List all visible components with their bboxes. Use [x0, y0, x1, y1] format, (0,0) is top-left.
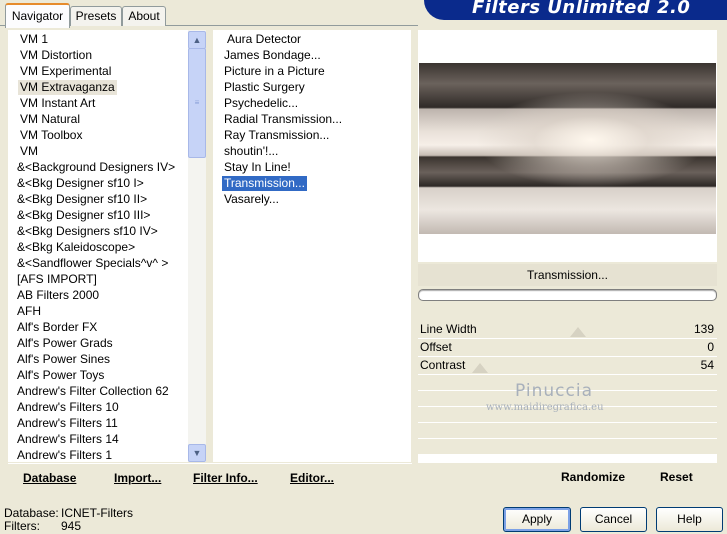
database-label: Database:	[4, 506, 59, 520]
tab-about[interactable]: About	[122, 6, 166, 26]
category-item[interactable]: Alf's Power Grads	[15, 336, 115, 351]
category-item[interactable]: AFH	[15, 304, 43, 319]
filter-item[interactable]: shoutin'!...	[222, 144, 280, 159]
param-row-empty	[418, 439, 717, 455]
category-list[interactable]: VM 1 VM Distortion VM Experimental VM Ex…	[8, 30, 206, 462]
category-item[interactable]: VM Experimental	[18, 64, 113, 79]
filter-item[interactable]: Vasarely...	[222, 192, 281, 207]
app-title: Filters Unlimited 2.0	[472, 0, 691, 18]
category-item[interactable]: VM Toolbox	[18, 128, 84, 143]
progress-bar	[418, 289, 717, 301]
category-item[interactable]: VM Distortion	[18, 48, 94, 63]
filter-item[interactable]: Radial Transmission...	[222, 112, 344, 127]
category-item[interactable]: &<Bkg Designers sf10 IV>	[15, 224, 160, 239]
right-toolbar: Randomize Reset	[418, 463, 717, 491]
watermark-url: www.maidiregrafica.eu	[486, 402, 604, 413]
grip-icon: ≡	[194, 98, 200, 107]
slider-marker[interactable]	[570, 327, 586, 337]
param-name: Line Width	[420, 322, 477, 336]
category-item[interactable]: VM	[18, 144, 40, 159]
tab-navigator[interactable]: Navigator	[5, 3, 70, 28]
preview-image	[419, 63, 716, 234]
filter-item[interactable]: Psychedelic...	[222, 96, 300, 111]
randomize-link[interactable]: Randomize	[561, 470, 625, 484]
tab-presets[interactable]: Presets	[70, 6, 122, 26]
category-item[interactable]: [AFS IMPORT]	[15, 272, 99, 287]
category-item[interactable]: VM Instant Art	[18, 96, 97, 111]
editor-link[interactable]: Editor...	[290, 471, 334, 485]
left-toolbar: Database Import... Filter Info... Editor…	[8, 463, 412, 492]
chevron-up-icon[interactable]: ▲	[188, 31, 206, 49]
database-link[interactable]: Database	[23, 471, 76, 485]
category-item[interactable]: &<Bkg Designer sf10 I>	[15, 176, 146, 191]
category-item[interactable]: Andrew's Filters 1	[15, 448, 114, 462]
category-item[interactable]: Alf's Border FX	[15, 320, 99, 335]
category-item[interactable]: &<Bkg Kaleidoscope>	[15, 240, 137, 255]
filter-item[interactable]: Ray Transmission...	[222, 128, 331, 143]
filter-info-link[interactable]: Filter Info...	[193, 471, 258, 485]
title-banner: Filters Unlimited 2.0	[424, 0, 727, 20]
filters-label: Filters:	[4, 519, 40, 533]
filter-item-selected[interactable]: Transmission...	[222, 176, 307, 191]
filter-item[interactable]: Picture in a Picture	[222, 64, 327, 79]
category-item[interactable]: &<Background Designers IV>	[15, 160, 177, 175]
param-row-contrast[interactable]: Contrast 54	[418, 357, 717, 375]
category-item[interactable]: &<Bkg Designer sf10 III>	[15, 208, 152, 223]
apply-button[interactable]: Apply	[503, 507, 571, 532]
param-name: Offset	[420, 340, 452, 354]
category-item[interactable]: &<Bkg Designer sf10 II>	[15, 192, 149, 207]
category-item[interactable]: Alf's Power Toys	[15, 368, 106, 383]
filters-count: 945	[61, 519, 82, 533]
slider-marker[interactable]	[472, 363, 488, 373]
filter-item[interactable]: Plastic Surgery	[222, 80, 307, 95]
help-button[interactable]: Help	[656, 507, 723, 532]
category-item[interactable]: VM Natural	[18, 112, 82, 127]
category-item[interactable]: &<Sandflower Specials^v^ >	[15, 256, 170, 271]
filter-item[interactable]: Stay In Line!	[222, 160, 293, 175]
watermark-name: Pinuccia	[515, 381, 593, 401]
filter-item[interactable]: Aura Detector	[225, 32, 303, 47]
param-value: 0	[707, 340, 714, 354]
category-item-selected[interactable]: VM Extravaganza	[18, 80, 117, 95]
category-item[interactable]: Andrew's Filters 10	[15, 400, 121, 415]
param-value: 139	[693, 322, 714, 336]
param-row-empty	[418, 423, 717, 439]
param-row-line-width[interactable]: Line Width 139	[418, 321, 717, 339]
category-item[interactable]: Andrew's Filter Collection 62	[15, 384, 171, 399]
category-item[interactable]: AB Filters 2000	[15, 288, 101, 303]
reset-link[interactable]: Reset	[660, 470, 693, 484]
scroll-thumb[interactable]: ≡	[188, 48, 206, 158]
category-scrollbar[interactable]: ▲ ≡ ▼	[188, 30, 206, 462]
filter-list[interactable]: Aura Detector James Bondage... Picture i…	[213, 30, 411, 462]
cancel-button[interactable]: Cancel	[580, 507, 647, 532]
filter-item[interactable]: James Bondage...	[222, 48, 323, 63]
category-item[interactable]: Andrew's Filters 11	[15, 416, 120, 431]
category-item[interactable]: VM 1	[18, 32, 50, 47]
filter-name-label: Transmission...	[418, 264, 717, 286]
category-item[interactable]: Alf's Power Sines	[15, 352, 112, 367]
param-value: 54	[700, 358, 714, 372]
database-value: ICNET-Filters	[61, 506, 133, 520]
chevron-down-icon[interactable]: ▼	[188, 444, 206, 462]
param-name: Contrast	[420, 358, 466, 372]
import-link[interactable]: Import...	[114, 471, 161, 485]
param-row-offset[interactable]: Offset 0	[418, 339, 717, 357]
category-item[interactable]: Andrew's Filters 14	[15, 432, 121, 447]
